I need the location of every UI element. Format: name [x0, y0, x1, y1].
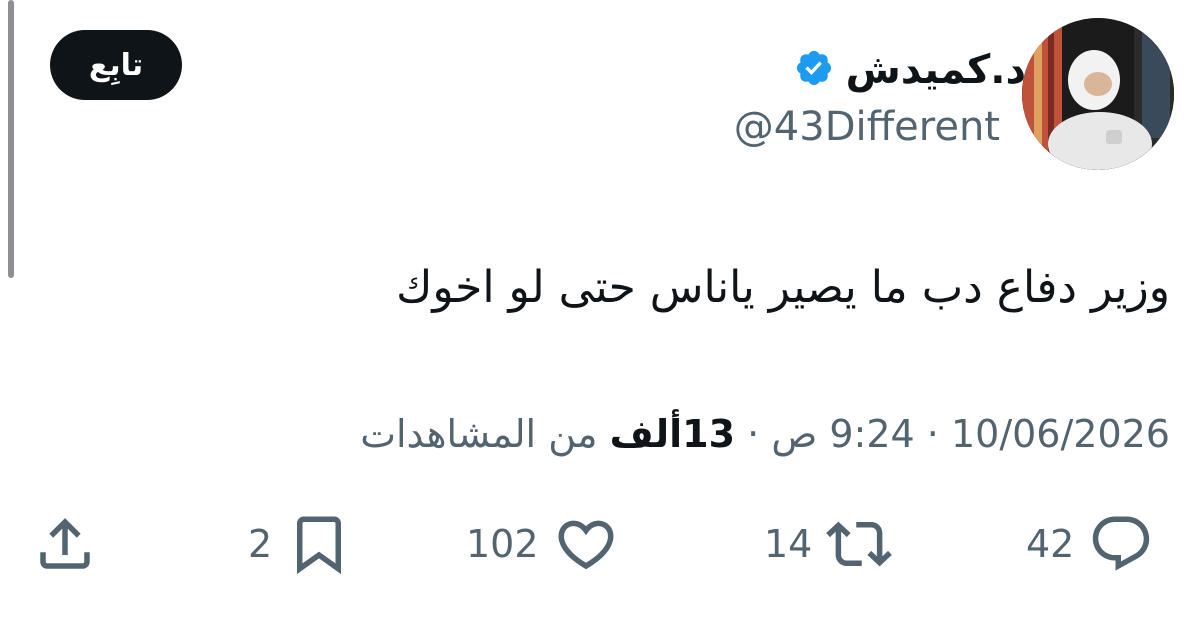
tweet-text: وزير دفاع دب ما يصير ياناس حتى لو اخوك — [396, 262, 1170, 313]
bookmark-count: 2 — [248, 522, 273, 566]
like-count: 102 — [466, 522, 539, 566]
display-name[interactable]: د.كميدش — [846, 47, 1026, 93]
views-label: من المشاهدات — [360, 412, 598, 456]
tweet-date[interactable]: 10/06/2026 — [951, 412, 1170, 456]
author-handle[interactable]: @43Different — [734, 104, 1000, 150]
follow-button[interactable]: تابِع — [50, 30, 182, 100]
scrollbar[interactable] — [8, 0, 14, 278]
author-name-row[interactable]: د.كميدش — [794, 40, 1026, 100]
meta-separator: · — [747, 412, 760, 456]
verified-badge-icon — [794, 48, 834, 92]
retweet-icon[interactable] — [826, 511, 893, 577]
avatar[interactable] — [1022, 18, 1174, 170]
bookmark-action[interactable]: 2 — [248, 510, 352, 578]
views-count[interactable]: 13ألف — [610, 412, 735, 456]
reply-icon[interactable] — [1088, 511, 1154, 577]
reply-count: 42 — [1026, 522, 1075, 566]
share-action[interactable] — [32, 510, 98, 578]
like-action[interactable]: 102 — [466, 510, 619, 578]
tweet-time[interactable]: 9:24 ص — [771, 412, 914, 456]
share-icon[interactable] — [32, 511, 98, 577]
avatar-image — [1022, 18, 1174, 170]
heart-icon[interactable] — [553, 511, 619, 577]
tweet-meta: 10/06/2026 · 9:24 ص · 13ألف من المشاهدات — [360, 412, 1170, 456]
bookmark-icon[interactable] — [286, 511, 352, 577]
reply-action[interactable]: 42 — [1026, 510, 1154, 578]
retweet-count: 14 — [764, 522, 813, 566]
retweet-action[interactable]: 14 — [764, 510, 893, 578]
meta-separator: · — [926, 412, 939, 456]
